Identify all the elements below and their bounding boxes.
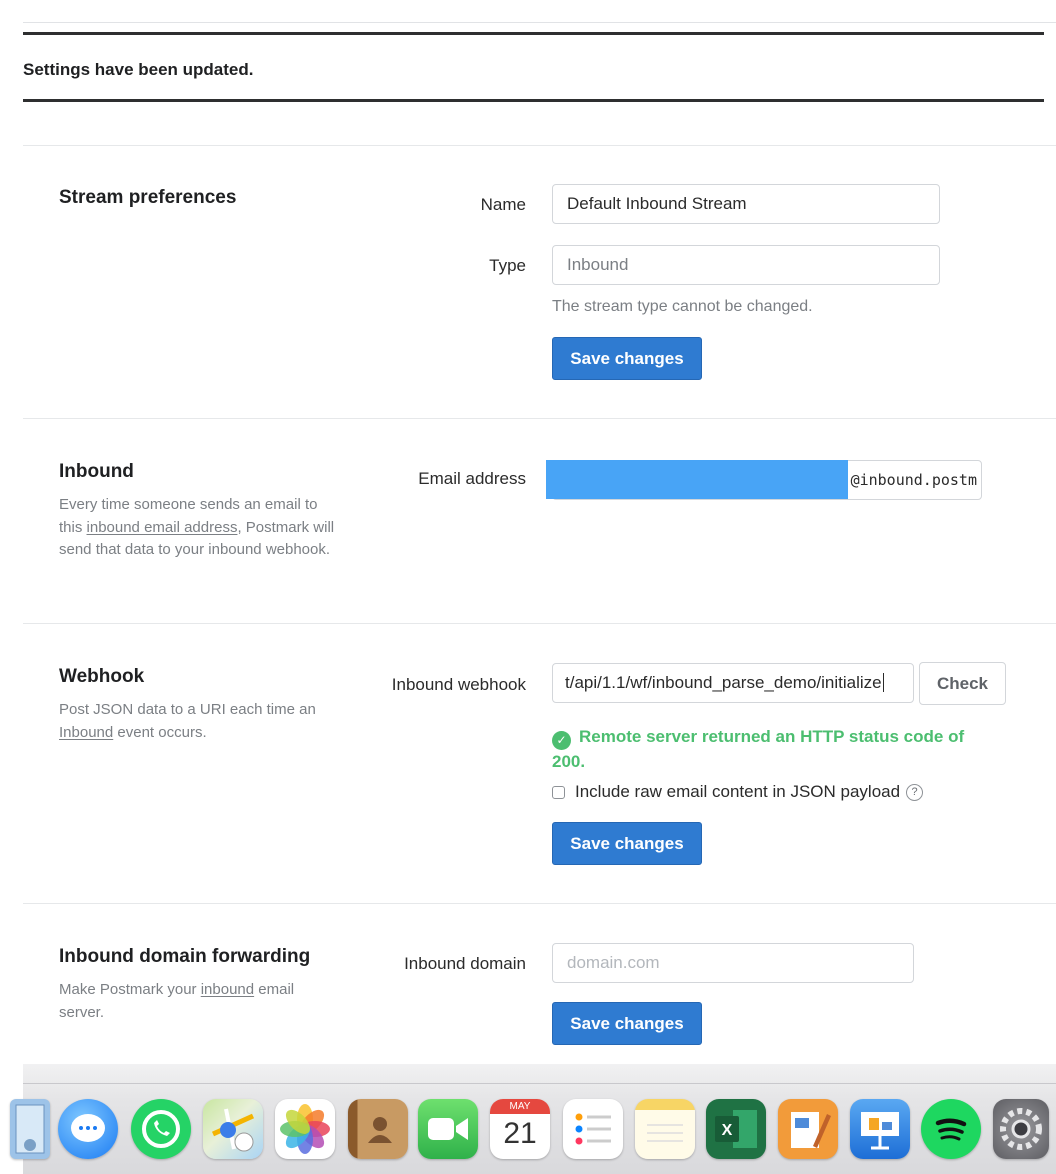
flash-message: Settings have been updated. [23, 60, 254, 79]
webhook-url-text: t/api/1.1/wf/inbound_parse_demo/initiali… [565, 673, 882, 692]
reminders-icon[interactable] [563, 1099, 623, 1159]
raw-content-label: Include raw email content in JSON payloa… [575, 782, 901, 801]
messages-icon[interactable] [58, 1099, 118, 1159]
spotify-icon[interactable] [921, 1099, 981, 1159]
name-label: Name [480, 195, 526, 214]
inbound-domain-input[interactable]: domain.com [552, 943, 914, 983]
save-webhook-button[interactable]: Save changes [552, 822, 702, 865]
redaction-block [546, 460, 848, 499]
calendar-day: 21 [503, 1117, 537, 1150]
webhook-desc-text-end: event occurs. [113, 723, 207, 741]
webhook-title: Webhook [59, 666, 145, 687]
inbound-title: Inbound [59, 461, 134, 482]
raw-content-checkbox[interactable] [552, 785, 565, 799]
email-address-label: Email address [418, 469, 526, 488]
notes-icon[interactable] [635, 1099, 695, 1159]
save-domain-forwarding-button[interactable]: Save changes [552, 1002, 702, 1045]
domain-forwarding-title: Inbound domain forwarding [59, 946, 311, 967]
stream-preferences-title: Stream preferences [59, 187, 237, 208]
inbound-description: Every time someone sends an email to thi… [59, 494, 339, 562]
inbound-webhook-input[interactable]: t/api/1.1/wf/inbound_parse_demo/initiali… [552, 663, 914, 703]
flash-top-border [23, 32, 1044, 35]
system-preferences-icon[interactable] [993, 1099, 1049, 1159]
preview-icon[interactable] [10, 1099, 50, 1159]
contacts-icon[interactable] [348, 1099, 408, 1159]
help-question-icon[interactable]: ? [906, 783, 924, 801]
stream-name-input[interactable]: Default Inbound Stream [552, 184, 940, 224]
raw-content-option[interactable]: Include raw email content in JSON payloa… [552, 782, 924, 802]
text-cursor [882, 673, 884, 692]
whatsapp-icon[interactable] [131, 1099, 191, 1159]
facetime-icon[interactable] [418, 1099, 478, 1159]
stream-type-help: The stream type cannot be changed. [552, 298, 813, 315]
inbound-webhook-label: Inbound webhook [391, 675, 526, 694]
inbound-event-link[interactable]: Inbound [59, 724, 113, 741]
check-circle-icon: ✓ [552, 730, 571, 750]
inbound-domain-label: Inbound domain [404, 954, 526, 973]
inbound-email-address-link[interactable]: inbound email address [87, 519, 238, 536]
keynote-icon[interactable] [850, 1099, 910, 1159]
save-stream-preferences-button[interactable]: Save changes [552, 337, 702, 380]
webhook-desc-text: Post JSON data to a URI each time an [59, 701, 316, 718]
dock-divider [23, 1083, 1056, 1084]
domain-desc-text: Make Postmark your [59, 981, 201, 998]
section-divider [23, 418, 1056, 419]
webhook-success-message: ✓ Remote server returned an HTTP status c… [552, 725, 992, 774]
photos-icon[interactable] [275, 1099, 335, 1159]
excel-icon[interactable]: X [706, 1099, 766, 1159]
domain-forwarding-description: Make Postmark your inbound email server. [59, 979, 339, 1024]
pages-icon[interactable] [778, 1099, 838, 1159]
check-webhook-button[interactable]: Check [919, 662, 1006, 705]
section-divider [23, 903, 1056, 904]
maps-icon[interactable] [203, 1099, 263, 1159]
type-label: Type [489, 256, 526, 275]
inbound-link[interactable]: inbound [201, 981, 254, 998]
svg-text:X: X [722, 1122, 733, 1139]
section-divider [23, 623, 1056, 624]
success-text: Remote server returned an HTTP status co… [552, 727, 965, 771]
section-divider [23, 145, 1056, 146]
calendar-month: MAY [490, 1099, 550, 1114]
calendar-icon[interactable]: MAY 21 [490, 1099, 550, 1159]
stream-type-input: Inbound [552, 245, 940, 285]
webhook-description: Post JSON data to a URI each time an Inb… [59, 699, 339, 744]
flash-bottom-border [23, 99, 1044, 102]
top-divider [23, 22, 1056, 23]
